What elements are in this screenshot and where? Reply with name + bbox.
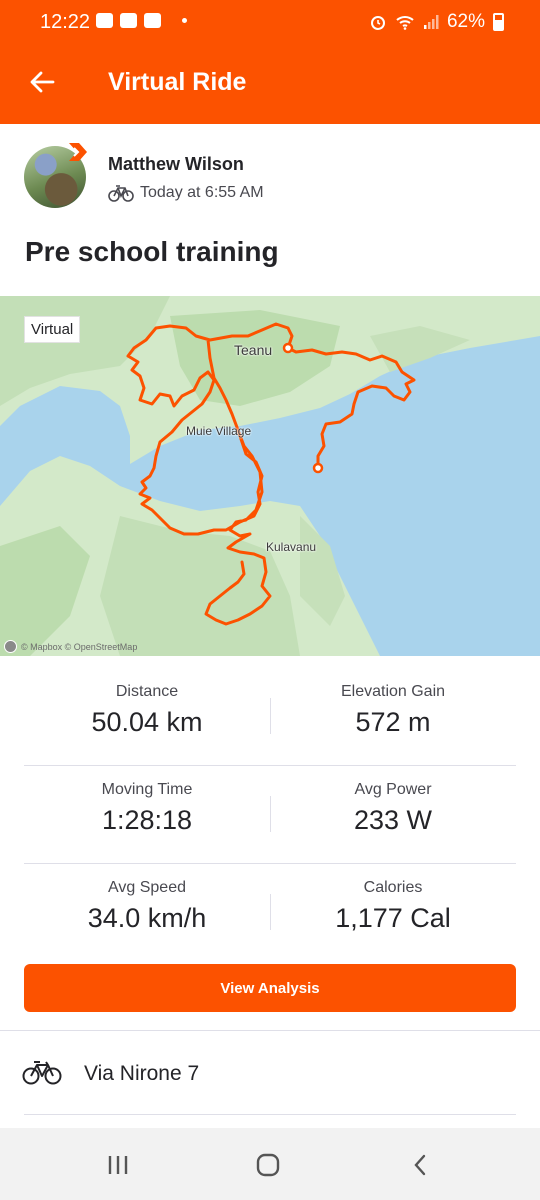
wifi-icon [396, 16, 414, 30]
app-bar: Virtual Ride [0, 44, 540, 124]
home-button[interactable] [248, 1148, 288, 1182]
signal-icon [423, 15, 439, 29]
gear-name: Via Nirone 7 [84, 1062, 200, 1085]
gallery-icon [120, 13, 137, 28]
map-label-kulavanu: Kulavanu [266, 540, 317, 554]
stat-label: Avg Speed [108, 879, 186, 896]
virtual-badge: Virtual [24, 316, 81, 343]
home-icon [256, 1153, 280, 1177]
youtube-icon [144, 13, 161, 28]
stat-value: 34.0 km/h [87, 903, 207, 933]
attribution-text: © Mapbox © OpenStreetMap [21, 641, 138, 652]
stat-label: Distance [115, 683, 179, 700]
back-button[interactable] [22, 62, 62, 102]
page-title: Virtual Ride [108, 68, 247, 96]
status-bar: 12:22 62% [0, 0, 540, 44]
map-label-muie: Muie Village [186, 424, 252, 438]
stat-label: Calories [363, 879, 423, 896]
stat-value: 1,177 Cal [335, 903, 451, 933]
gear-row[interactable]: Via Nirone 7 [0, 1031, 540, 1115]
stat-distance: Distance 50.04 km [24, 668, 270, 738]
stats-grid: Distance 50.04 km Elevation Gain 572 m M… [24, 668, 516, 961]
status-time: 12:22 [40, 11, 91, 33]
activity-timestamp: Today at 6:55 AM [140, 184, 264, 201]
stat-value: 1:28:18 [101, 805, 193, 835]
stats-row: Distance 50.04 km Elevation Gain 572 m [24, 668, 516, 766]
recent-apps-icon [108, 1156, 128, 1174]
stat-value: 50.04 km [91, 707, 203, 737]
chevron-left-icon [414, 1154, 426, 1176]
stat-label: Avg Power [354, 781, 432, 798]
route-start-marker [312, 462, 324, 474]
system-nav-bar [0, 1128, 540, 1200]
view-analysis-button[interactable]: View Analysis [24, 964, 516, 1012]
activity-meta: Today at 6:55 AM [108, 184, 264, 202]
stat-avg-speed: Avg Speed 34.0 km/h [24, 864, 270, 934]
alarm-icon [370, 16, 385, 30]
outlook-icon [96, 13, 113, 28]
route-end-marker [282, 342, 294, 354]
avatar[interactable] [24, 143, 87, 208]
more-notifications-icon [182, 18, 187, 23]
battery-icon [493, 13, 504, 31]
notification-icons [96, 13, 187, 28]
stat-label: Moving Time [101, 781, 193, 798]
activity-title: Pre school training [25, 236, 279, 267]
battery-percent: 62% [446, 11, 485, 32]
athlete-name[interactable]: Matthew Wilson [108, 154, 244, 175]
stat-value: 233 W [353, 805, 433, 835]
bike-icon [22, 1061, 62, 1085]
stat-avg-power: Avg Power 233 W [270, 766, 516, 836]
map-attribution[interactable]: © Mapbox © OpenStreetMap [4, 640, 137, 653]
stat-calories: Calories 1,177 Cal [270, 864, 516, 934]
bike-icon [108, 185, 134, 202]
back-arrow-icon [30, 71, 55, 93]
stat-elevation: Elevation Gain 572 m [270, 668, 516, 738]
map-label-teanu: Teanu [234, 342, 273, 358]
stats-row: Avg Speed 34.0 km/h Calories 1,177 Cal [24, 864, 516, 961]
mapbox-logo-icon [4, 640, 17, 653]
subscriber-badge-icon [69, 143, 87, 161]
stat-value: 572 m [355, 707, 431, 737]
status-right: 62% [369, 11, 504, 33]
divider [24, 1114, 516, 1115]
back-nav-button[interactable] [400, 1148, 440, 1182]
stat-moving-time: Moving Time 1:28:18 [24, 766, 270, 836]
stats-row: Moving Time 1:28:18 Avg Power 233 W [24, 766, 516, 864]
stat-label: Elevation Gain [340, 683, 446, 700]
recent-apps-button[interactable] [98, 1148, 138, 1182]
